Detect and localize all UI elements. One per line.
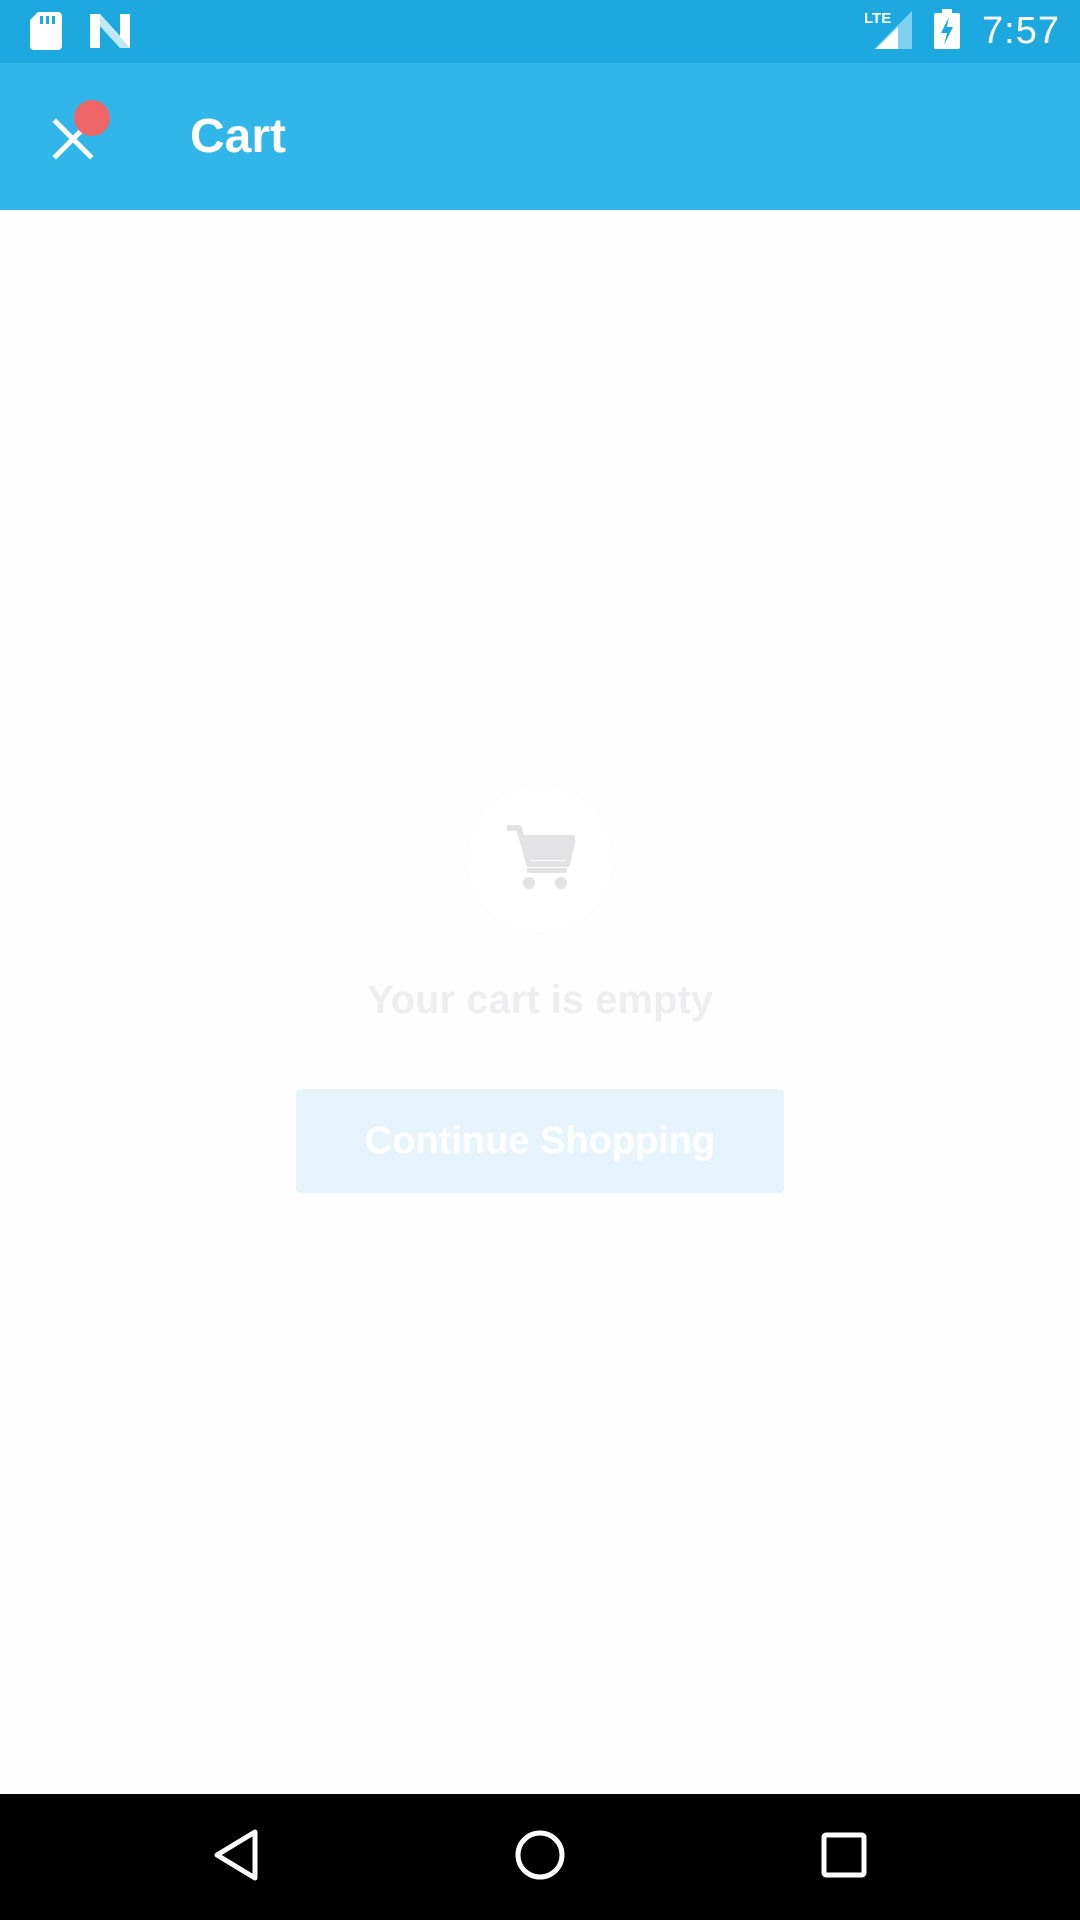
nav-back-button[interactable] — [196, 1817, 276, 1897]
home-icon — [514, 1829, 566, 1886]
status-bar: LTE 7:57 — [0, 0, 1080, 63]
svg-text:LTE: LTE — [864, 10, 891, 27]
lte-signal-icon: LTE — [864, 9, 913, 54]
clock: 7:57 — [982, 10, 1060, 52]
navigation-bar — [0, 1794, 1080, 1920]
empty-cart-message: Your cart is empty — [366, 978, 714, 1022]
close-icon — [40, 118, 112, 176]
page-title: Cart — [190, 110, 287, 163]
empty-cart-badge — [467, 786, 613, 932]
nav-recents-button[interactable] — [804, 1817, 884, 1897]
sd-card-icon — [30, 12, 62, 55]
recents-icon — [821, 1832, 867, 1883]
app-bar: Cart — [0, 63, 1080, 210]
nav-home-button[interactable] — [500, 1817, 580, 1897]
status-bar-right: LTE 7:57 — [864, 0, 1060, 63]
battery-charging-icon — [934, 9, 961, 54]
cart-icon — [505, 824, 576, 895]
app-n-icon — [90, 14, 130, 53]
back-icon — [211, 1828, 261, 1887]
notification-dot — [74, 100, 110, 136]
continue-shopping-button[interactable]: Continue Shopping — [296, 1089, 784, 1193]
cart-screen: LTE 7:57 Cart Your cart is empty Continu… — [0, 0, 1080, 1920]
status-bar-left — [30, 12, 130, 55]
